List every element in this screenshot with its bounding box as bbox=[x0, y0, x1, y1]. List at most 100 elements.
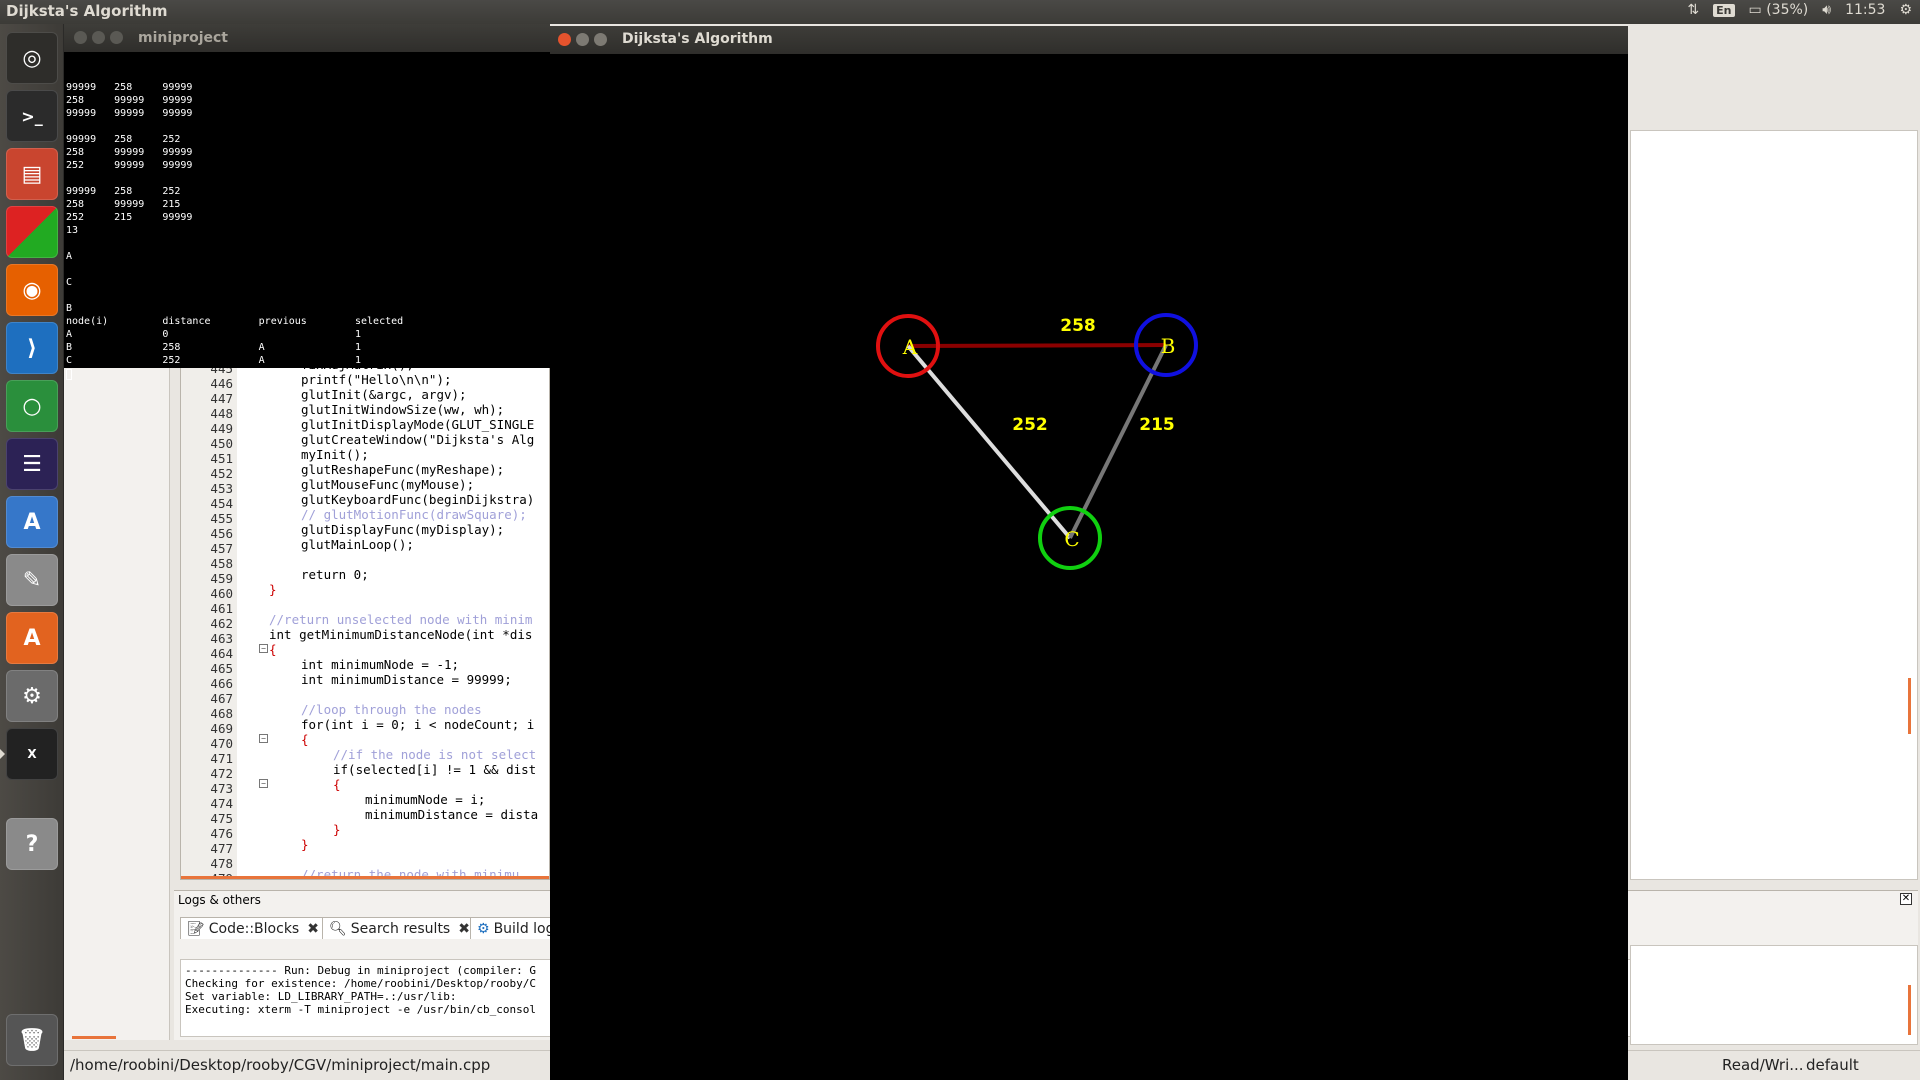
terminal-line: node(i) distance previous selected bbox=[66, 316, 404, 327]
line-number: 470 bbox=[210, 736, 233, 751]
logs-close-button[interactable]: ✕ bbox=[1900, 893, 1912, 905]
top-panel: Dijksta's Algorithm ⇅ En ▭ (35%) 🔊︎ 11:5… bbox=[0, 0, 1920, 24]
running-indicator bbox=[0, 749, 5, 759]
line-number: 477 bbox=[210, 841, 233, 856]
trash-icon[interactable]: 🗑︎ bbox=[6, 1014, 58, 1066]
tab-search-results[interactable]: 🔍︎ Search results ✖ bbox=[322, 917, 477, 939]
code-line: glutCreateWindow("Dijksta's Alg bbox=[301, 432, 535, 447]
launcher-dock: ◎ >_ ▤ ◉ ⟩ ○ ☰ A ✎ A ⚙ X ? 🗑︎ bbox=[0, 24, 64, 1080]
line-number: 466 bbox=[210, 676, 233, 691]
code-editor[interactable]: 445 446 447 448 449 450 451 452 453 454 455 456 457 4… bbox=[180, 360, 550, 880]
terminal-line: 258 99999 99999 bbox=[66, 95, 193, 106]
code-line: myInit(); bbox=[301, 447, 369, 462]
fold-marker-icon[interactable]: − bbox=[259, 734, 268, 743]
dijkstra-window[interactable]: Dijksta's Algorithm 258 252 215 A B C bbox=[550, 26, 1628, 1080]
document-icon: 📝︎ bbox=[187, 920, 205, 937]
file-path: /home/roobini/Desktop/rooby/CGV/miniproj… bbox=[70, 1056, 491, 1074]
node-label: C bbox=[1064, 527, 1079, 551]
fold-marker-icon[interactable]: − bbox=[259, 779, 268, 788]
maximize-button[interactable] bbox=[594, 33, 607, 46]
tab-codeblocks[interactable]: 📝︎ Code::Blocks ✖ bbox=[180, 917, 326, 939]
code-line: glutMainLoop(); bbox=[301, 537, 414, 552]
edge-a-b bbox=[907, 343, 1167, 348]
line-number: 472 bbox=[210, 766, 233, 781]
ubuntu-dash-icon[interactable]: ◎ bbox=[6, 32, 58, 84]
close-button[interactable] bbox=[74, 31, 87, 44]
close-tab-icon[interactable]: ✖ bbox=[307, 921, 319, 937]
terminal-line: A 0 1 bbox=[66, 329, 362, 340]
code-line: } bbox=[333, 822, 341, 837]
minimize-button[interactable] bbox=[576, 33, 589, 46]
line-number: 450 bbox=[210, 436, 233, 451]
eclipse-icon[interactable]: ☰ bbox=[6, 438, 58, 490]
code-line: int minimumDistance = 99999; bbox=[301, 672, 512, 687]
volume-icon[interactable]: 🔊︎ bbox=[1822, 2, 1831, 18]
budgie-icon[interactable]: ○ bbox=[6, 380, 58, 432]
text-editor-icon[interactable]: ✎ bbox=[6, 554, 58, 606]
code-line: glutMouseFunc(myMouse); bbox=[301, 477, 475, 492]
fold-marker-icon[interactable]: − bbox=[259, 644, 268, 653]
line-number: 449 bbox=[210, 421, 233, 436]
terminal-titlebar[interactable]: miniproject bbox=[64, 24, 550, 52]
line-number: 474 bbox=[210, 796, 233, 811]
close-button[interactable] bbox=[558, 33, 571, 46]
terminal-line: 252 99999 99999 bbox=[66, 160, 193, 171]
software-center-icon[interactable]: A bbox=[6, 612, 58, 664]
vscode-icon[interactable]: ⟩ bbox=[6, 322, 58, 374]
terminal-icon[interactable]: >_ bbox=[6, 90, 58, 142]
dijkstra-titlebar[interactable]: Dijksta's Algorithm bbox=[550, 26, 1628, 54]
keyboard-layout-indicator[interactable]: En bbox=[1713, 3, 1735, 17]
terminal-line: B bbox=[66, 303, 73, 314]
system-settings-icon[interactable]: ⚙ bbox=[6, 670, 58, 722]
close-tab-icon[interactable]: ✖ bbox=[458, 921, 470, 937]
firefox-icon[interactable]: ◉ bbox=[6, 264, 58, 316]
line-number: 458 bbox=[210, 556, 233, 571]
terminal-line: B 258 A 1 bbox=[66, 342, 362, 353]
network-icon[interactable]: ⇅ bbox=[1687, 2, 1699, 18]
terminal-window[interactable]: miniproject 99999 258 99999 258 99999 999… bbox=[64, 24, 550, 380]
line-number: 451 bbox=[210, 451, 233, 466]
line-number: 464 bbox=[210, 646, 233, 661]
battery-indicator[interactable]: ▭ (35%) bbox=[1749, 2, 1809, 18]
line-number: 463 bbox=[210, 631, 233, 646]
files-icon[interactable]: ▤ bbox=[6, 148, 58, 200]
line-number: 461 bbox=[210, 601, 233, 616]
graph-canvas[interactable]: 258 252 215 A B C bbox=[550, 54, 1628, 1080]
code-line: // glutMotionFunc(drawSquare); bbox=[301, 507, 527, 522]
code-line: //return unselected node with minim bbox=[269, 612, 533, 627]
line-number: 452 bbox=[210, 466, 233, 481]
terminal-line: 99999 258 99999 bbox=[66, 82, 193, 93]
clock[interactable]: 11:53 bbox=[1845, 2, 1885, 18]
system-tray: ⇅ En ▭ (35%) 🔊︎ 11:53 ⚙ bbox=[1687, 2, 1912, 18]
edge-weight-label: 215 bbox=[1139, 415, 1175, 435]
file-mode: Read/Wri... bbox=[1722, 1056, 1804, 1074]
edge-a-c bbox=[906, 344, 1072, 540]
node-label: A bbox=[902, 335, 918, 359]
maximize-button[interactable] bbox=[110, 31, 123, 44]
settings-gear-icon[interactable]: ⚙ bbox=[1899, 2, 1912, 18]
line-number: 453 bbox=[210, 481, 233, 496]
terminal-cursor bbox=[66, 369, 72, 380]
xterm-icon[interactable]: X bbox=[6, 728, 58, 780]
terminal-title: miniproject bbox=[138, 30, 228, 46]
line-number-gutter: 445 446 447 448 449 450 451 452 453 454 455 456 457 4… bbox=[181, 361, 237, 879]
minimize-button[interactable] bbox=[92, 31, 105, 44]
code-line: glutInitDisplayMode(GLUT_SINGLE bbox=[301, 417, 535, 432]
code-line: glutInit(&argc, argv); bbox=[301, 387, 467, 402]
line-number: 447 bbox=[210, 391, 233, 406]
code-line: { bbox=[301, 732, 309, 747]
help-icon[interactable]: ? bbox=[6, 818, 58, 870]
tab-build-log[interactable]: ⚙ Build log bbox=[470, 917, 562, 939]
line-number: 468 bbox=[210, 706, 233, 721]
code-line: minimumDistance = dista bbox=[365, 807, 539, 822]
line-number: 476 bbox=[210, 826, 233, 841]
scroll-marker bbox=[1908, 678, 1911, 734]
android-studio-icon[interactable]: A bbox=[6, 496, 58, 548]
app-grid-icon[interactable] bbox=[6, 206, 58, 258]
editor-horizontal-scrollbar[interactable] bbox=[181, 876, 549, 879]
code-line: glutInitWindowSize(ww, wh); bbox=[301, 402, 505, 417]
right-pane bbox=[1630, 130, 1918, 880]
